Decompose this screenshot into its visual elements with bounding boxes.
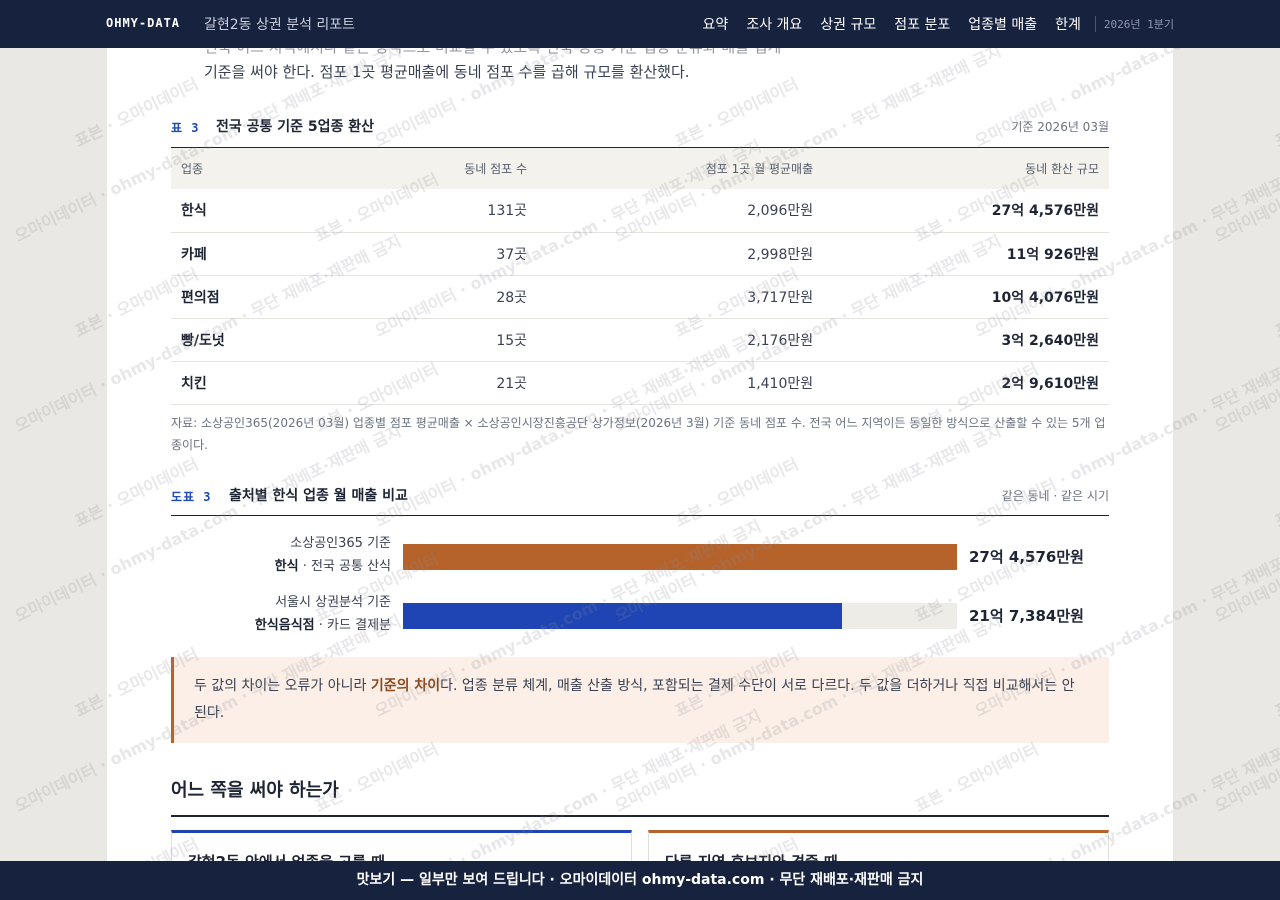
explanation-callout: 두 값의 차이는 오류가 아니라 기준의 차이다. 업종 분류 체계, 매출 산… [171,657,1109,743]
nav-item-summary[interactable]: 요약 [703,14,729,34]
table-row: 치킨 21곳 1,410만원 2억 9,610만원 [171,361,1109,405]
watermark-text: 표본 · 오마이데이터 [1271,644,1280,721]
watermark-text: 오마이데이터 · ohmy-data.com · 무단 재배포·재판매 금지 [1211,41,1280,246]
cell-industry: 한식 [171,189,351,233]
nav-item-overview[interactable]: 조사 개요 [746,14,802,34]
section-rule [171,815,1109,817]
cell-industry: 편의점 [171,275,351,319]
industry-table: 업종 동네 점포 수 점포 1곳 월 평균매출 동네 환산 규모 한식 131곳… [171,148,1109,405]
nav-menu: 요약 조사 개요 상권 규모 점포 분포 업종별 매출 한계 2026년 1분기 [685,0,1174,48]
bar-fill [403,603,842,629]
bar-value-label: 21억 7,384만원 [969,607,1084,625]
card-title: 다른 지역 후보지와 견줄 때 [665,851,838,861]
bar-note-label: · 카드 결제분 [314,618,391,633]
table-3-title: 전국 공통 기준 5업종 환산 [216,119,375,135]
nav-item-store-distribution[interactable]: 점포 분포 [894,14,950,34]
cell-avg-sales: 2,096만원 [537,189,824,233]
watermark-text: 오마이데이터 · ohmy-data.com · 무단 재배포·재판매 금지 [1211,231,1280,436]
bar-label: 소상공인365 기준 한식 · 전국 공통 산식 [171,532,391,578]
watermark-text: 표본 · 오마이데이터 [1271,74,1280,151]
figure-3-rule [171,515,1109,516]
cell-industry: 치킨 [171,361,351,405]
bar-track [403,544,957,570]
table-header-row: 업종 동네 점포 수 점포 1곳 월 평균매출 동네 환산 규모 [171,148,1109,189]
column-header-stores: 동네 점포 수 [351,148,538,189]
cell-total: 11억 926만원 [823,232,1109,276]
cell-total: 3억 2,640만원 [823,318,1109,362]
card-title: 갈현2동 안에서 업종을 고를 때 [188,851,385,861]
bar-row-sbiz365: 소상공인365 기준 한식 · 전국 공통 산식 27억 4,576만원 [171,532,1109,582]
table-3-meta: 기준 2026년 03월 [1011,120,1109,134]
nav-item-limitations[interactable]: 한계 [1055,14,1081,34]
intro-text: 기준을 써야 한다. 점포 1곳 평균매출에 동네 점포 수를 곱해 규모를 환… [204,63,690,81]
watermark-text: 표본 · 오마이데이터 [1271,454,1280,531]
column-header-total: 동네 환산 규모 [823,148,1109,189]
bar-fill [403,544,957,570]
table-3-tag: 표 3 [171,121,200,135]
cell-avg-sales: 3,717만원 [537,275,824,319]
column-header-industry: 업종 [171,148,351,189]
bar-value-label: 27억 4,576만원 [969,548,1084,566]
bar-label: 서울시 상권분석 기준 한식음식점 · 카드 결제분 [171,591,391,637]
bar-track [403,603,957,629]
watermark-text: 오마이데이터 · ohmy-data.com · 무단 재배포·재판매 금지 [1211,421,1280,626]
intro-text-cut: 전국 어느 지역에서나 같은 방식으로 비교할 수 있도록 전국 공통 기준 업… [204,48,781,57]
column-header-avg-sales: 점포 1곳 월 평균매출 [537,148,824,189]
cell-total: 10억 4,076만원 [823,275,1109,319]
cell-stores: 15곳 [351,318,538,362]
table-3-header: 표 3 전국 공통 기준 5업종 환산 기준 2026년 03월 [171,116,1109,138]
cell-avg-sales: 2,998만원 [537,232,824,276]
table-row: 카페 37곳 2,998만원 11억 926만원 [171,232,1109,276]
watermark-text: 오마이데이터 · ohmy-data.com · 무단 재배포·재판매 금지 [1211,611,1280,816]
cell-stores: 21곳 [351,361,538,405]
figure-3-header: 도표 3 출처별 한식 업종 월 매출 비교 같은 동네 · 같은 시기 [171,485,1109,507]
cell-total: 27억 4,576만원 [823,189,1109,233]
cell-avg-sales: 1,410만원 [537,361,824,405]
cell-industry: 빵/도넛 [171,318,351,362]
brand-logo[interactable]: OHMY-DATA [106,16,180,30]
nav-item-sales-by-industry[interactable]: 업종별 매출 [968,14,1037,34]
cell-industry: 카페 [171,232,351,276]
cell-avg-sales: 2,176만원 [537,318,824,362]
guide-card-local[interactable]: 갈현2동 안에서 업종을 고를 때 [171,830,632,861]
figure-3-title: 출처별 한식 업종 월 매출 비교 [229,488,408,504]
table-row: 한식 131곳 2,096만원 27억 4,576만원 [171,189,1109,233]
report-title: 갈현2동 상권 분석 리포트 [204,17,356,33]
cell-stores: 28곳 [351,275,538,319]
figure-3-tag: 도표 3 [171,490,212,504]
table-row: 편의점 28곳 3,717만원 10억 4,076만원 [171,275,1109,319]
nav-item-market-size[interactable]: 상권 규모 [820,14,876,34]
bar-note-label: · 전국 공통 산식 [298,559,391,574]
table-3-source-note: 자료: 소상공인365(2026년 03월) 업종별 점포 평균매출 × 소상공… [171,416,1106,452]
bar-row-seoul: 서울시 상권분석 기준 한식음식점 · 카드 결제분 21억 7,384만원 [171,591,1109,641]
bar-source-label: 소상공인365 기준 [290,536,391,551]
figure-3-meta: 같은 동네 · 같은 시기 [1001,489,1109,503]
table-row: 빵/도넛 15곳 2,176만원 3억 2,640만원 [171,318,1109,362]
section-heading: 어느 쪽을 써야 하는가 [171,780,339,801]
guide-card-compare[interactable]: 다른 지역 후보지와 견줄 때 [648,830,1109,861]
nav-divider [1094,16,1096,32]
bar-source-label: 서울시 상권분석 기준 [275,595,391,610]
top-nav-bar: OHMY-DATA 갈현2동 상권 분석 리포트 요약 조사 개요 상권 규모 … [0,0,1280,48]
cell-stores: 37곳 [351,232,538,276]
bar-category-label: 한식음식점 [254,618,315,633]
period-label: 2026년 1분기 [1103,18,1174,31]
cell-total: 2억 9,610만원 [823,361,1109,405]
watermark-text: 표본 · 오마이데이터 [1271,264,1280,341]
callout-highlight: 기준의 차이 [370,678,441,694]
report-paper: 전국 어느 지역에서나 같은 방식으로 비교할 수 있도록 전국 공통 기준 업… [107,48,1173,861]
callout-text-before: 두 값의 차이는 오류가 아니라 [194,678,371,694]
cell-stores: 131곳 [351,189,538,233]
bar-category-label: 한식 [274,559,299,574]
preview-banner: 맛보기 — 일부만 보여 드립니다 · 오마이데이터 ohmy-data.com… [0,861,1280,900]
